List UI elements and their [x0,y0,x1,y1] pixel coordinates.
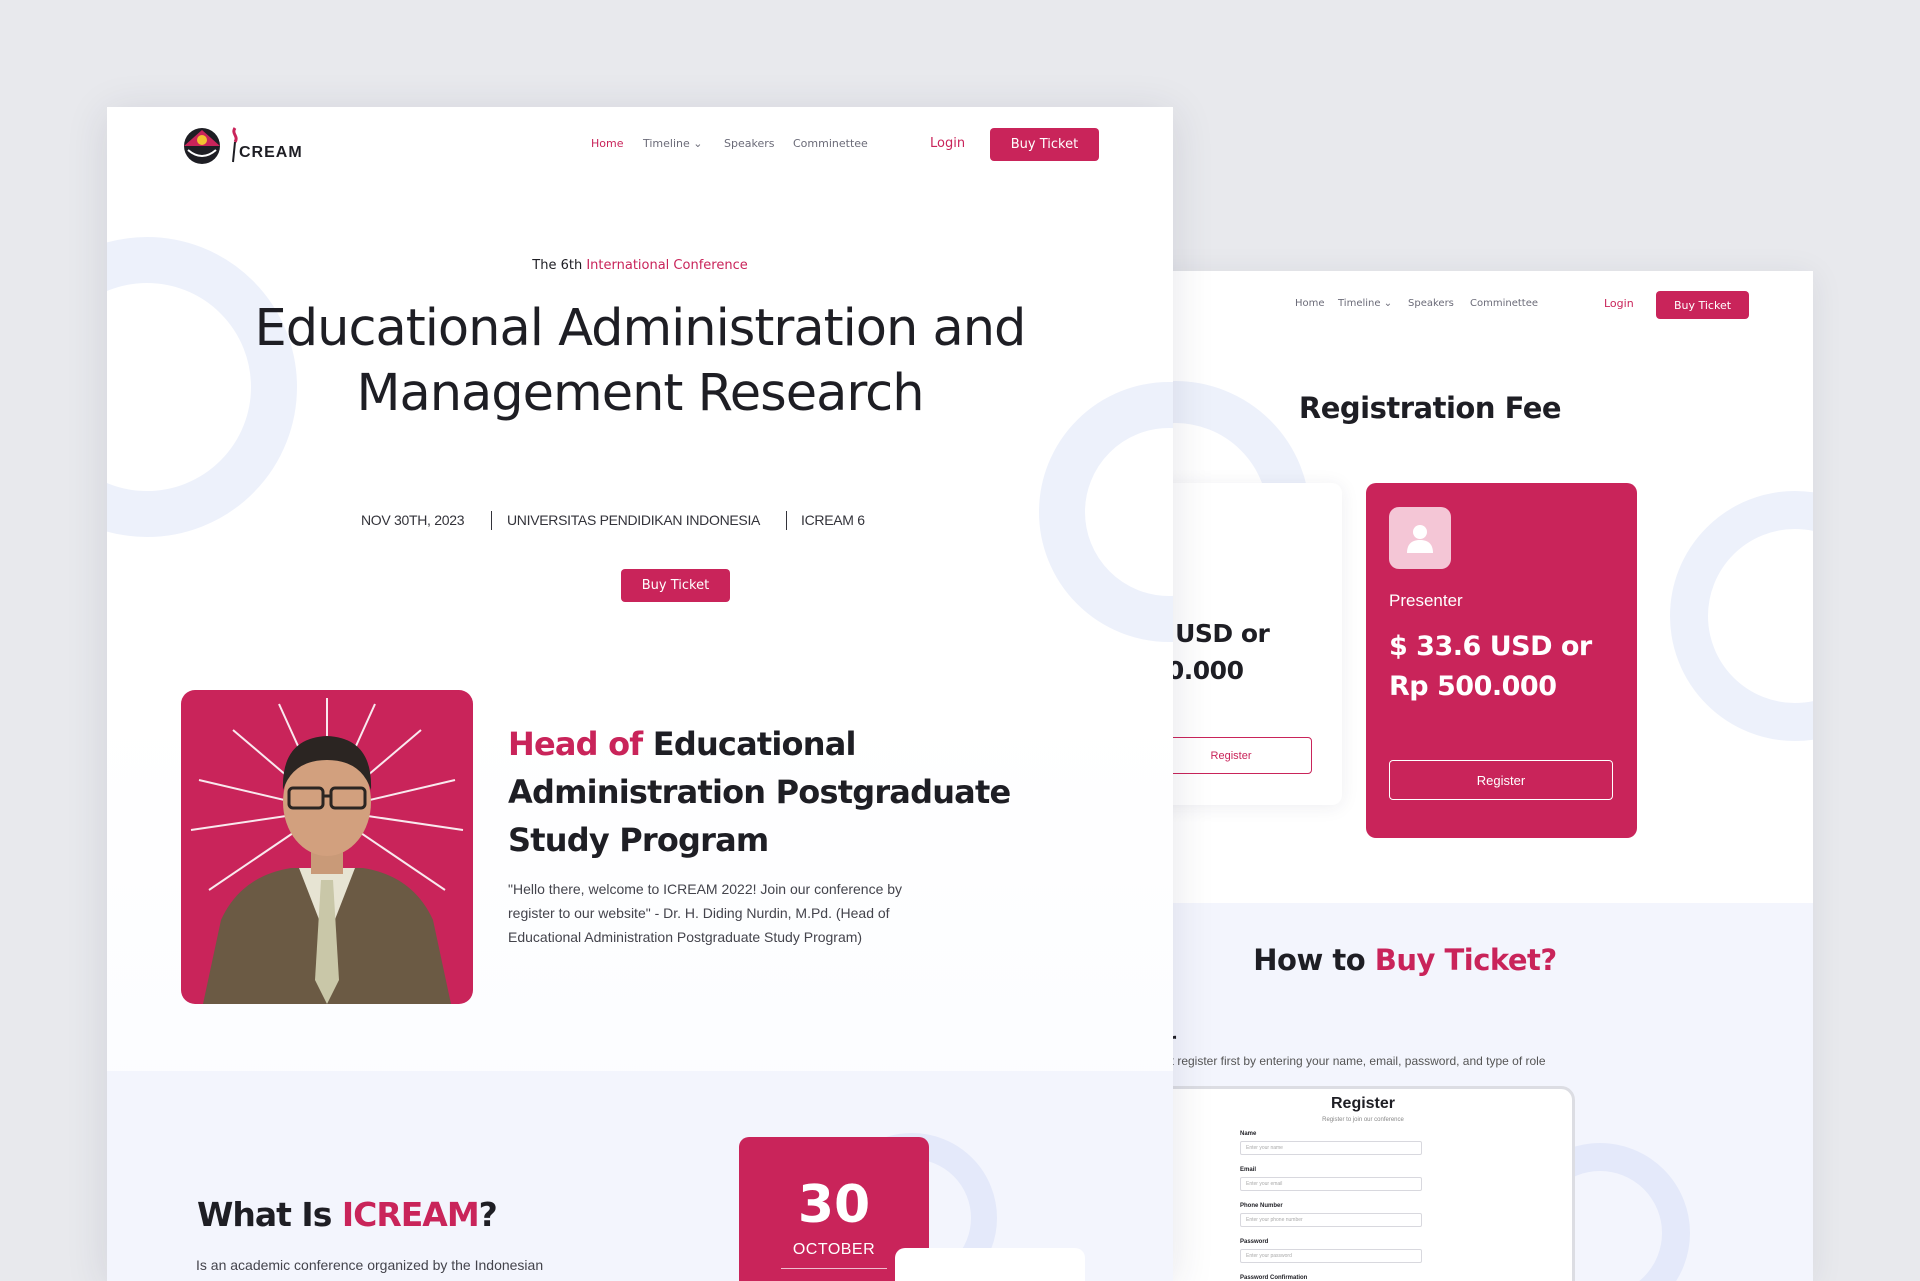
form-label: Password Confirmation [1240,1275,1308,1281]
nav-committee[interactable]: Comminettee [793,137,868,150]
buy-ticket-button[interactable]: Buy Ticket [1656,291,1749,319]
password-field[interactable]: Enter your password [1240,1249,1422,1263]
event-name: ICREAM 6 [801,512,865,528]
how-title-highlight: Buy Ticket? [1374,943,1558,977]
form-label: Name [1240,1131,1257,1137]
head-title: Head of Educational Administration Postg… [508,720,1068,864]
register-form-preview: Register Register to join our conference… [1150,1086,1575,1281]
participant-register-button[interactable]: Register [1150,737,1312,774]
eyebrow-highlight: International Conference [586,258,748,273]
what-title-suffix: ? [478,1195,498,1234]
head-title-highlight: Head of [508,725,643,763]
home-page: CREAM Home Timeline ⌄ Speakers Comminett… [107,107,1173,1281]
chevron-down-icon: ⌄ [693,137,703,150]
presenter-role: Presenter [1389,591,1463,610]
how-title-prefix: How to [1253,943,1375,977]
decor-ring [1670,491,1813,741]
nav-timeline[interactable]: Timeline ⌄ [643,137,703,150]
university-emblem-icon [184,128,220,164]
participant-card: ant 8 USD or 50.000 Register [1150,483,1342,805]
head-quote: "Hello there, welcome to ICREAM 2022! Jo… [508,881,903,945]
date-day: 30 [797,1175,871,1235]
nav-speakers[interactable]: Speakers [724,137,774,150]
nav-home[interactable]: Home [591,137,623,150]
how-to-section: How to Buy Ticket? gister must register … [1150,903,1813,1281]
buy-ticket-button[interactable]: Buy Ticket [990,128,1099,161]
what-is-description: Is an academic conference organized by t… [196,1257,544,1273]
nav-timeline-label: Timeline [1338,298,1381,309]
date-divider [781,1268,887,1269]
hero-buy-ticket-button[interactable]: Buy Ticket [621,569,730,602]
info-card [895,1248,1085,1281]
what-is-title: What Is ICREAM? [197,1195,498,1234]
decor-ring [1039,382,1173,642]
phone-field[interactable]: Enter your phone number [1240,1213,1422,1227]
event-venue: UNIVERSITAS PENDIDIKAN INDONESIA [507,512,761,528]
registration-page: Home Timeline ⌄ Speakers Comminettee Log… [1150,271,1813,1281]
step-description: must register first by entering your nam… [1150,1054,1546,1068]
nav-speakers[interactable]: Speakers [1408,298,1454,309]
nav-timeline-label: Timeline [643,137,690,150]
nav-committee[interactable]: Comminettee [1470,298,1538,309]
presenter-register-button[interactable]: Register [1389,760,1613,800]
meta-divider [786,511,787,530]
form-subtitle: Register to join our conference [1322,1117,1404,1123]
hero-title: Educational Administration and Managemen… [254,299,1027,423]
nav-timeline[interactable]: Timeline ⌄ [1338,298,1392,309]
meta-divider [491,511,492,530]
form-label: Phone Number [1240,1203,1283,1209]
form-label: Password [1240,1239,1269,1245]
speaker-photo [181,690,473,1004]
registration-title: Registration Fee [1298,391,1562,425]
logo[interactable]: CREAM [180,126,310,168]
hero-eyebrow: The 6th International Conference [107,258,1173,273]
user-icon [1389,507,1451,569]
nav-home[interactable]: Home [1295,298,1325,309]
what-title-highlight: ICREAM [341,1195,480,1234]
chevron-down-icon: ⌄ [1383,298,1393,309]
form-label: Email [1240,1167,1257,1173]
form-title: Register [1330,1095,1396,1112]
what-title-prefix: What Is [197,1195,342,1234]
how-to-title: How to Buy Ticket? [1150,943,1660,977]
name-field[interactable]: Enter your name [1240,1141,1422,1155]
login-link[interactable]: Login [1604,297,1634,310]
presenter-price: $ 33.6 USD or Rp 500.000 [1389,631,1592,702]
presenter-card: Presenter $ 33.6 USD or Rp 500.000 Regis… [1366,483,1637,838]
eyebrow-prefix: The 6th [532,258,587,273]
logo-text: CREAM [239,144,303,161]
email-field[interactable]: Enter your email [1240,1177,1422,1191]
event-date: NOV 30TH, 2023 [361,512,465,528]
login-link[interactable]: Login [930,136,965,151]
